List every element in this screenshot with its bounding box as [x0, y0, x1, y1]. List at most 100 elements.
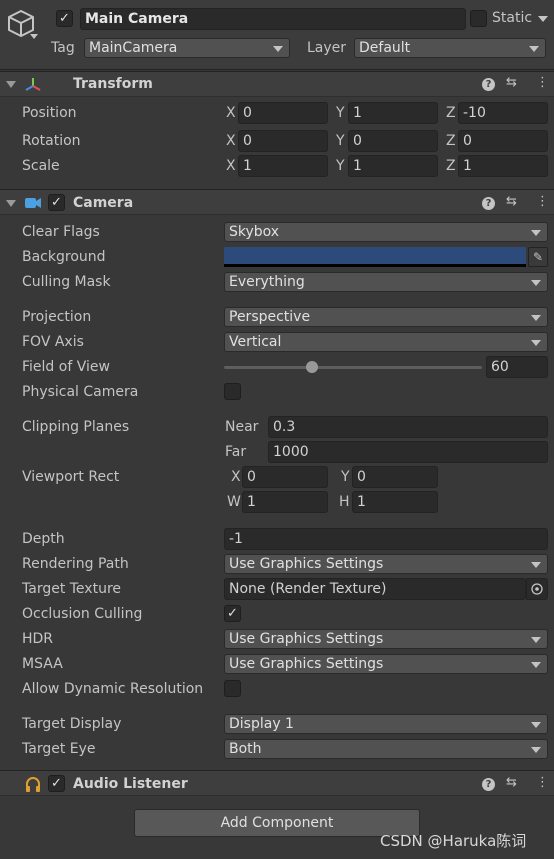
audio-listener-enabled-checkbox[interactable]: ✓: [48, 775, 65, 792]
camera-enabled-checkbox[interactable]: ✓: [48, 194, 65, 211]
background-color-swatch[interactable]: [224, 247, 526, 267]
viewport-rect-label: Viewport Rect: [22, 469, 120, 485]
viewport-y-field[interactable]: 0: [352, 466, 438, 488]
viewport-h-label: H: [339, 494, 350, 510]
fov-value-field[interactable]: 60: [486, 356, 548, 378]
clear-flags-dropdown[interactable]: Skybox: [224, 222, 548, 242]
camera-icon: [25, 198, 41, 208]
axis-z-label: Z: [446, 133, 456, 149]
add-component-button[interactable]: Add Component: [134, 809, 420, 837]
layer-dropdown[interactable]: Default: [354, 38, 546, 58]
occlusion-culling-checkbox[interactable]: ✓: [224, 605, 241, 622]
scale-x-field[interactable]: 1: [238, 155, 328, 177]
target-texture-field[interactable]: None (Render Texture): [224, 578, 526, 600]
rotation-x-field[interactable]: 0: [238, 130, 328, 152]
viewport-x-field[interactable]: 0: [242, 466, 328, 488]
help-icon[interactable]: ?: [482, 778, 495, 791]
viewport-x-label: X: [231, 469, 241, 485]
static-label: Static: [492, 10, 533, 26]
hdr-dropdown[interactable]: Use Graphics Settings: [224, 629, 548, 649]
preset-sliders-icon[interactable]: ⇆: [506, 194, 517, 209]
position-x-field[interactable]: 0: [238, 102, 328, 124]
rendering-path-dropdown[interactable]: Use Graphics Settings: [224, 554, 548, 574]
far-field[interactable]: 1000: [268, 441, 548, 463]
rendering-path-value: Use Graphics Settings: [229, 556, 384, 572]
audio-listener-header[interactable]: ✓ Audio Listener ? ⇆ ⋮: [0, 770, 554, 796]
target-display-dropdown[interactable]: Display 1: [224, 714, 548, 734]
foldout-arrow-icon[interactable]: [6, 81, 16, 88]
viewport-h-field[interactable]: 1: [352, 491, 438, 513]
chevron-down-icon: [529, 46, 539, 52]
viewport-y-label: Y: [341, 469, 350, 485]
axis-y-label: Y: [336, 105, 345, 121]
hdr-value: Use Graphics Settings: [229, 631, 384, 647]
position-z-field[interactable]: -10: [458, 102, 548, 124]
depth-field[interactable]: -1: [224, 528, 548, 550]
scale-y-field[interactable]: 1: [348, 155, 438, 177]
position-y-field[interactable]: 1: [348, 102, 438, 124]
gameobject-header: ✓ Main Camera Static Tag MainCamera Laye…: [0, 0, 554, 70]
name-field[interactable]: Main Camera: [80, 8, 466, 30]
culling-mask-value: Everything: [229, 274, 305, 290]
static-dropdown-arrow-icon[interactable]: [538, 16, 548, 22]
static-checkbox[interactable]: [470, 10, 487, 27]
foldout-arrow-icon[interactable]: [6, 200, 16, 207]
fov-axis-value: Vertical: [229, 334, 282, 350]
dynamic-resolution-checkbox[interactable]: [224, 680, 241, 697]
projection-dropdown[interactable]: Perspective: [224, 307, 548, 327]
eyedropper-icon: ✎: [532, 250, 544, 264]
near-field[interactable]: 0.3: [268, 416, 548, 438]
target-texture-label: Target Texture: [22, 581, 122, 597]
layer-label: Layer: [307, 40, 347, 56]
object-picker-button[interactable]: [526, 578, 548, 600]
clear-flags-value: Skybox: [229, 224, 280, 240]
fov-slider-thumb[interactable]: [306, 361, 318, 373]
fov-axis-dropdown[interactable]: Vertical: [224, 332, 548, 352]
preset-sliders-icon[interactable]: ⇆: [506, 75, 517, 90]
field-of-view-label: Field of View: [22, 359, 110, 375]
audio-listener-title: Audio Listener: [73, 776, 188, 792]
viewport-w-field[interactable]: 1: [242, 491, 328, 513]
eyedropper-button[interactable]: ✎: [528, 247, 548, 267]
scale-z-field[interactable]: 1: [458, 155, 548, 177]
active-checkbox[interactable]: ✓: [56, 10, 73, 27]
occlusion-culling-label: Occlusion Culling: [22, 606, 143, 622]
axis-y-label: Y: [336, 158, 345, 174]
transform-body: Position X 0 Y 1 Z -10 Rotation X 0 Y 0 …: [0, 98, 554, 186]
dynamic-resolution-label: Allow Dynamic Resolution: [22, 681, 204, 697]
chevron-down-icon: [531, 722, 541, 728]
help-icon[interactable]: ?: [482, 197, 495, 210]
layer-value: Default: [359, 40, 411, 56]
near-label: Near: [225, 419, 259, 435]
preset-sliders-icon[interactable]: ⇆: [506, 775, 517, 790]
chevron-down-icon: [531, 280, 541, 286]
tag-dropdown[interactable]: MainCamera: [84, 38, 290, 58]
clipping-planes-label: Clipping Planes: [22, 419, 130, 435]
headphones-icon: [26, 777, 40, 792]
camera-title: Camera: [73, 195, 134, 211]
help-icon[interactable]: ?: [482, 78, 495, 91]
msaa-dropdown[interactable]: Use Graphics Settings: [224, 654, 548, 674]
chevron-down-icon: [531, 340, 541, 346]
depth-label: Depth: [22, 531, 65, 547]
fov-slider-track[interactable]: [224, 366, 482, 369]
camera-header[interactable]: ✓ Camera ? ⇆ ⋮: [0, 189, 554, 215]
rotation-y-field[interactable]: 0: [348, 130, 438, 152]
context-menu-icon[interactable]: ⋮: [536, 775, 549, 790]
axis-y-label: Y: [336, 133, 345, 149]
chevron-down-icon: [531, 747, 541, 753]
rotation-z-field[interactable]: 0: [458, 130, 548, 152]
physical-camera-checkbox[interactable]: [224, 383, 241, 400]
target-eye-dropdown[interactable]: Both: [224, 739, 548, 759]
culling-mask-dropdown[interactable]: Everything: [224, 272, 548, 292]
axis-x-label: X: [226, 133, 236, 149]
hdr-label: HDR: [22, 631, 54, 647]
chevron-down-icon: [273, 46, 283, 52]
transform-header[interactable]: Transform ? ⇆ ⋮: [0, 71, 554, 97]
transform-icon: [25, 78, 41, 91]
context-menu-icon[interactable]: ⋮: [536, 75, 549, 90]
chevron-down-icon: [531, 637, 541, 643]
icon-dropdown-arrow-icon[interactable]: [30, 34, 38, 39]
rotation-label: Rotation: [22, 133, 81, 149]
context-menu-icon[interactable]: ⋮: [536, 194, 549, 209]
